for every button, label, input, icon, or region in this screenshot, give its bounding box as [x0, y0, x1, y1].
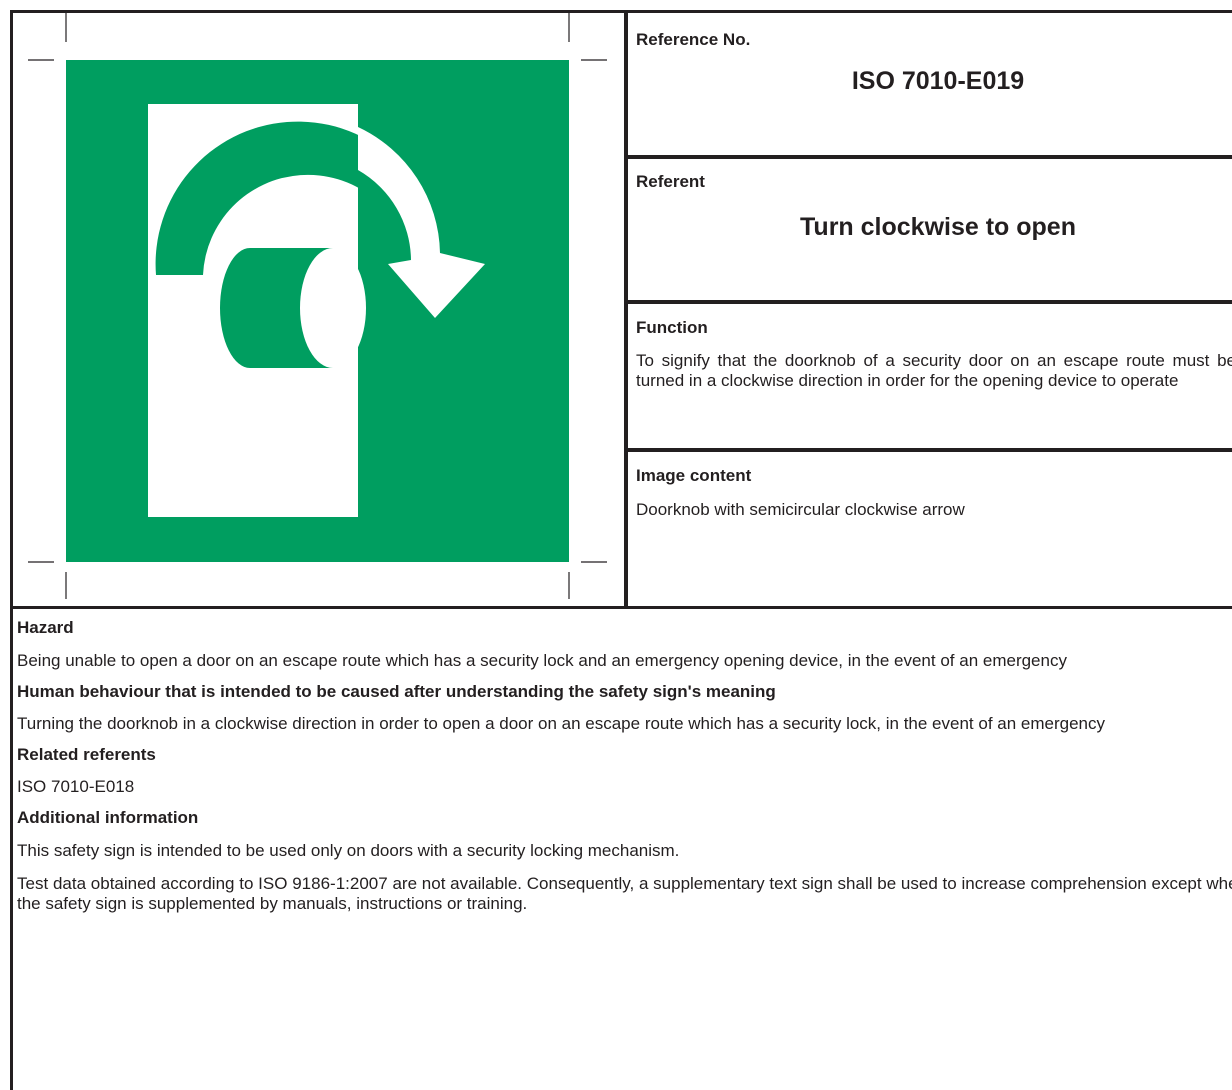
function-section: Function To signify that the doorknob of… — [636, 318, 1232, 391]
row-divider — [628, 448, 1232, 452]
reference-number: ISO 7010-E019 — [851, 67, 1025, 95]
row-divider — [628, 300, 1232, 304]
image-content-label: Image content — [636, 466, 752, 485]
hazard-text: Being unable to open a door on an escape… — [17, 651, 1067, 670]
additional-label: Additional information — [17, 808, 199, 827]
additional-text-1: This safety sign is intended to be used … — [17, 841, 680, 860]
reference-label: Reference No. — [636, 30, 751, 49]
column-divider — [624, 13, 628, 608]
referent-title: Turn clockwise to open — [800, 213, 1076, 241]
behaviour-text: Turning the doorknob in a clockwise dire… — [17, 714, 1105, 733]
behaviour-label: Human behaviour that is intended to be c… — [17, 682, 776, 701]
sign-cell — [13, 13, 624, 606]
reference-section: Reference No. — [636, 30, 1232, 50]
referent-section: Referent — [636, 172, 1232, 192]
related-label: Related referents — [17, 745, 156, 764]
safety-sign-graphic — [28, 13, 607, 599]
image-content-section: Image content Doorknob with semicircular… — [636, 466, 1232, 520]
function-label: Function — [636, 318, 708, 337]
function-text: To signify that the doorknob of a securi… — [636, 351, 1232, 390]
details-section: Hazard Being unable to open a door on an… — [17, 609, 1232, 914]
doorknob-face — [300, 248, 366, 368]
related-text: ISO 7010-E018 — [17, 777, 135, 796]
row-divider — [628, 155, 1232, 159]
referent-label: Referent — [636, 172, 705, 191]
additional-text-2: Test data obtained according to ISO 9186… — [17, 874, 1232, 913]
image-content-text: Doorknob with semicircular clockwise arr… — [636, 500, 965, 519]
hazard-label: Hazard — [17, 618, 74, 637]
